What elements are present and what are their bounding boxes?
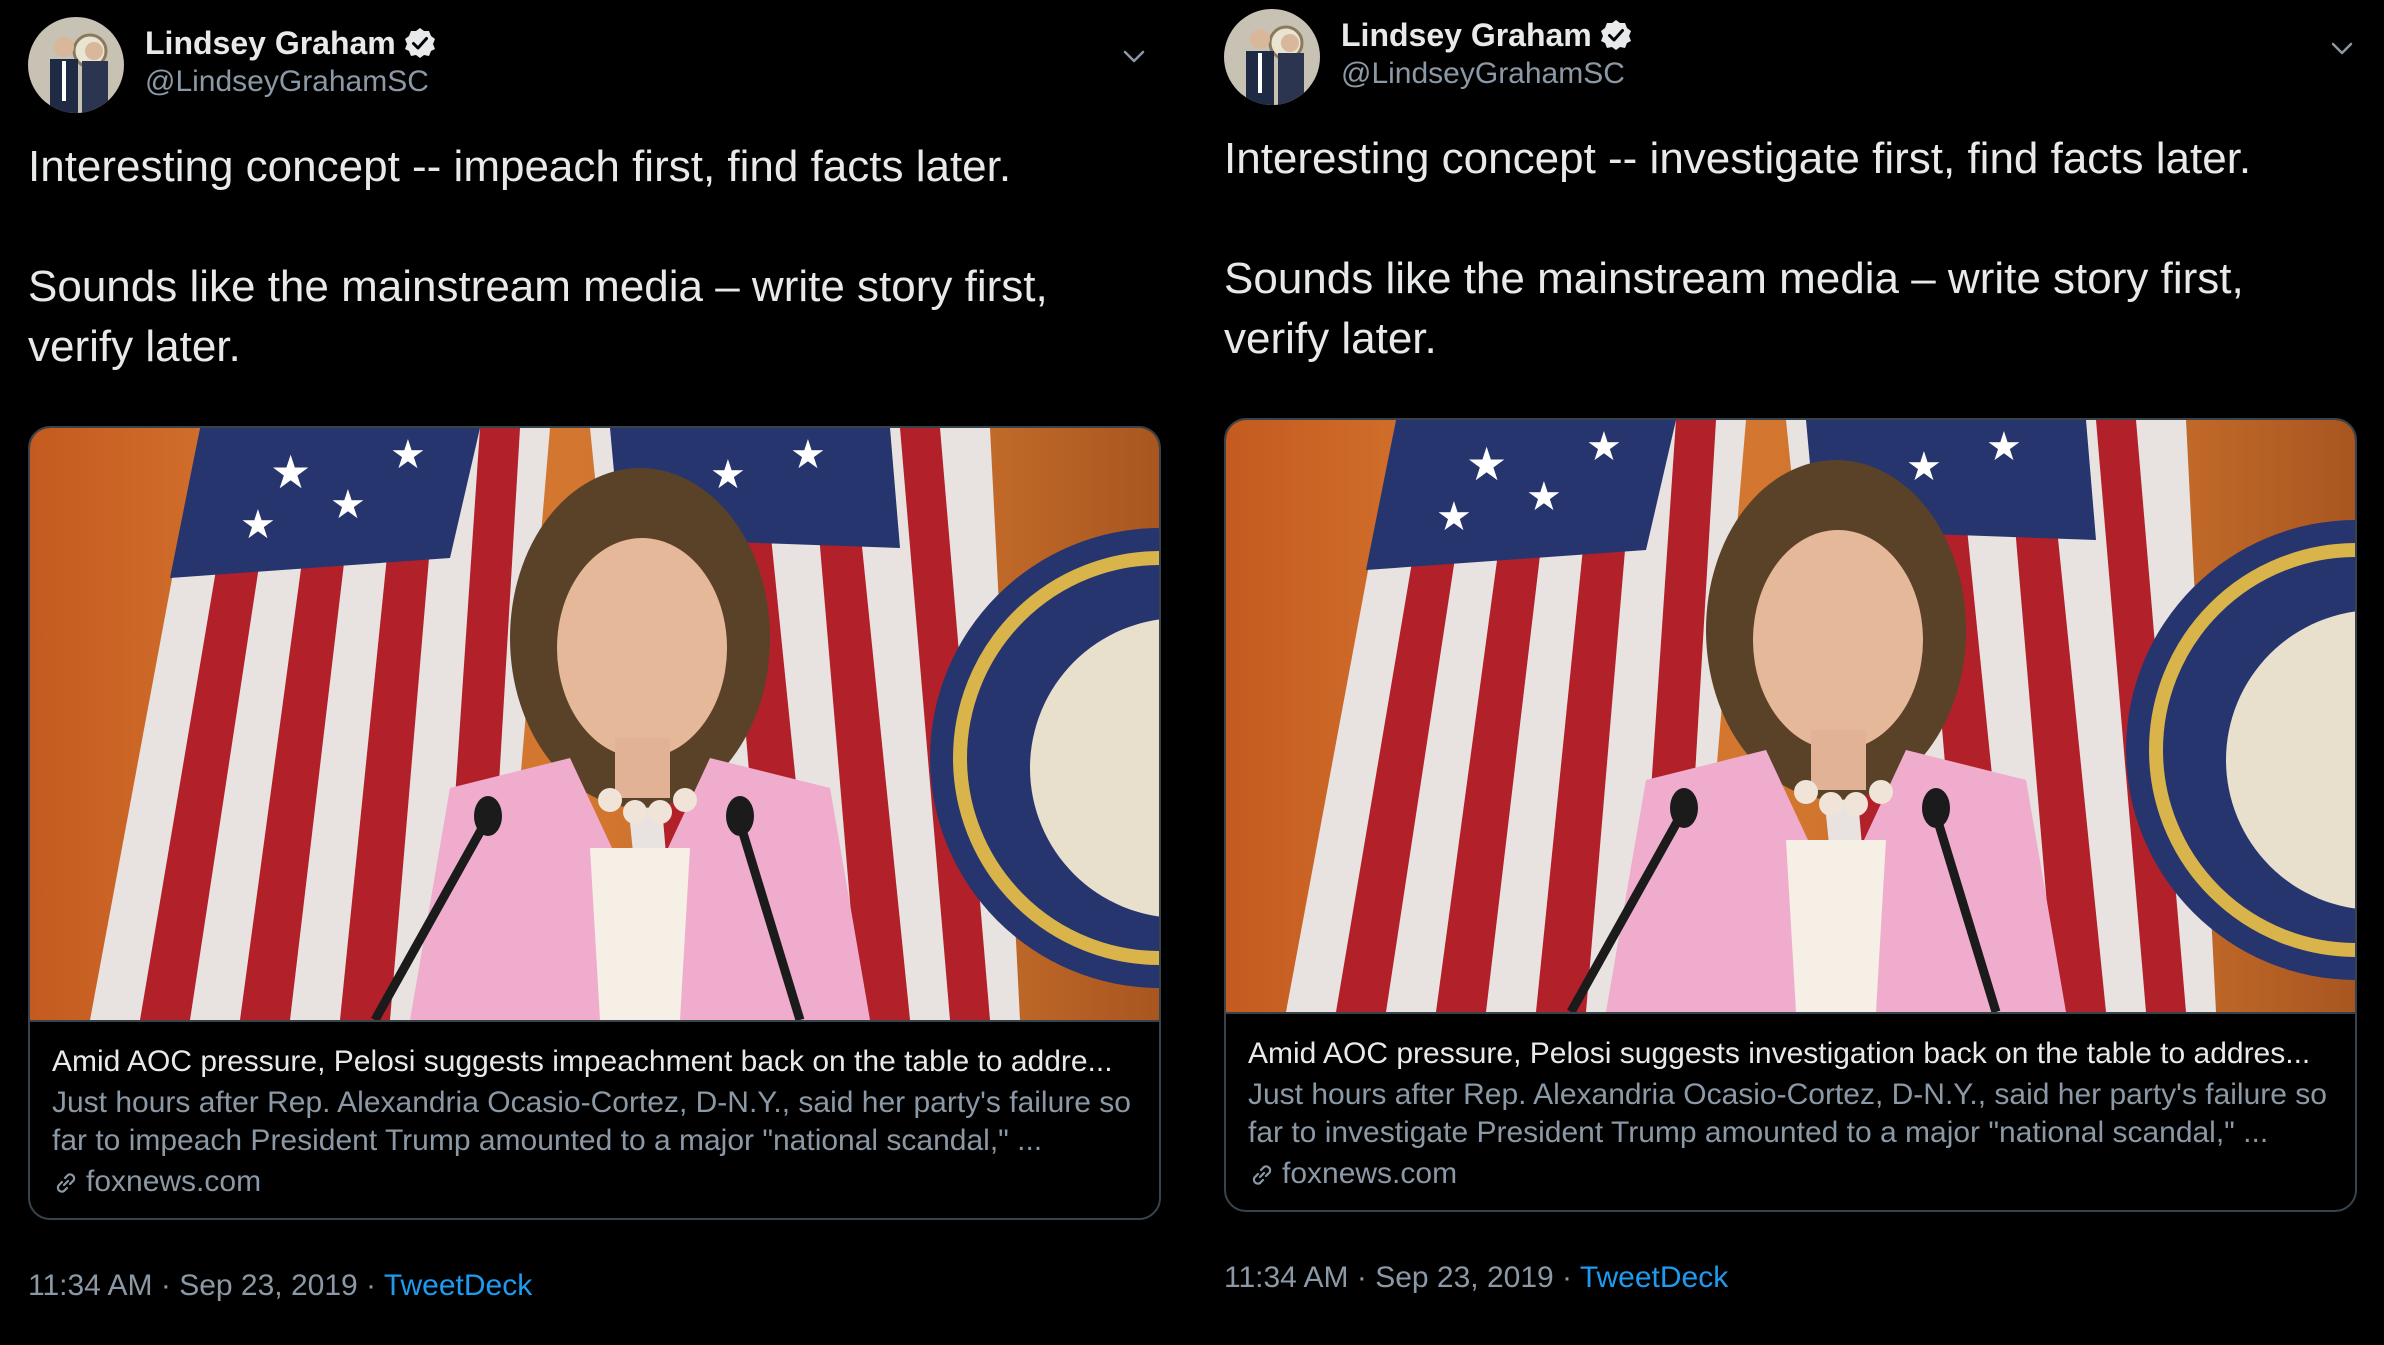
footer-separator: ·	[1553, 1261, 1580, 1294]
name-row: Lindsey Graham	[145, 23, 436, 63]
tweet-right: Lindsey Graham @LindseyGrahamSC Interest…	[1224, 9, 2359, 1337]
tweet-footer: 11:34 AM · Sep 23, 2019 · TweetDeck	[1224, 1261, 1728, 1295]
tweet-time[interactable]: 11:34 AM	[1224, 1261, 1349, 1294]
chevron-down-icon[interactable]	[1117, 39, 1151, 73]
tweet-source-link[interactable]: TweetDeck	[1580, 1261, 1728, 1294]
tweet-date[interactable]: Sep 23, 2019	[1375, 1261, 1554, 1294]
svg-text:★: ★	[1526, 474, 1562, 520]
tweet-text: Interesting concept -- impeach first, fi…	[28, 137, 1138, 377]
card-meta: Amid AOC pressure, Pelosi suggests inves…	[1226, 1012, 2355, 1194]
card-title: Amid AOC pressure, Pelosi suggests inves…	[1248, 1037, 2311, 1070]
verified-badge-icon	[404, 27, 436, 59]
tweet-text: Interesting concept -- investigate first…	[1224, 129, 2334, 369]
svg-text:★: ★	[1436, 494, 1472, 540]
card-image: ★ ★ ★ ★ ★ ★	[1226, 420, 2355, 1012]
card-domain: foxnews.com	[52, 1162, 1137, 1202]
author-block: Lindsey Graham @LindseyGrahamSC	[1341, 15, 1632, 91]
card-domain-text: foxnews.com	[86, 1165, 262, 1198]
card-title: Amid AOC pressure, Pelosi suggests impea…	[52, 1045, 1113, 1078]
card-domain: foxnews.com	[1248, 1154, 2333, 1194]
author-handle[interactable]: @LindseyGrahamSC	[145, 65, 436, 99]
link-icon	[1248, 1160, 1276, 1188]
link-card[interactable]: ★ ★ ★ ★ ★ ★ Amid AOC pressure, Pelosi su…	[1224, 418, 2357, 1212]
svg-text:★: ★	[270, 445, 311, 499]
svg-text:★: ★	[330, 482, 366, 528]
tweet-text-paragraph: Interesting concept -- impeach first, fi…	[28, 142, 1012, 191]
chevron-down-icon[interactable]	[2325, 31, 2359, 65]
footer-separator: ·	[152, 1269, 180, 1302]
footer-separator: ·	[1348, 1261, 1376, 1294]
svg-text:★: ★	[1586, 424, 1622, 470]
author-block: Lindsey Graham @LindseyGrahamSC	[145, 23, 436, 99]
tweet-text-paragraph: Interesting concept -- investigate first…	[1224, 134, 2252, 183]
tweet-left: Lindsey Graham @LindseyGrahamSC Interest…	[28, 17, 1163, 1345]
footer-separator: ·	[357, 1269, 384, 1302]
svg-text:★: ★	[790, 432, 826, 478]
svg-text:★: ★	[240, 502, 276, 548]
avatar[interactable]	[1224, 9, 1320, 105]
card-image: ★ ★ ★ ★ ★ ★	[30, 428, 1159, 1020]
author-name[interactable]: Lindsey Graham	[145, 25, 396, 62]
avatar[interactable]	[28, 17, 124, 113]
card-meta: Amid AOC pressure, Pelosi suggests impea…	[30, 1020, 1159, 1202]
tweet-time[interactable]: 11:34 AM	[28, 1269, 153, 1302]
tweet-footer: 11:34 AM · Sep 23, 2019 · TweetDeck	[28, 1269, 532, 1303]
tweet-text-paragraph: Sounds like the mainstream media – write…	[28, 262, 1048, 371]
svg-text:★: ★	[1906, 444, 1942, 490]
name-row: Lindsey Graham	[1341, 15, 1632, 55]
tweet-text-paragraph: Sounds like the mainstream media – write…	[1224, 254, 2244, 363]
link-card[interactable]: ★ ★ ★ ★ ★ ★ Amid AOC pressure, Pelosi su…	[28, 426, 1161, 1220]
card-description: Just hours after Rep. Alexandria Ocasio-…	[1248, 1078, 2327, 1149]
svg-text:★: ★	[1986, 424, 2022, 470]
author-handle[interactable]: @LindseyGrahamSC	[1341, 57, 1632, 91]
card-description: Just hours after Rep. Alexandria Ocasio-…	[52, 1086, 1131, 1157]
verified-badge-icon	[1600, 19, 1632, 51]
svg-text:★: ★	[710, 452, 746, 498]
svg-text:★: ★	[1466, 437, 1507, 491]
author-name[interactable]: Lindsey Graham	[1341, 17, 1592, 54]
svg-text:★: ★	[390, 432, 426, 478]
link-icon	[52, 1168, 80, 1196]
tweet-date[interactable]: Sep 23, 2019	[179, 1269, 358, 1302]
tweet-source-link[interactable]: TweetDeck	[384, 1269, 532, 1302]
card-domain-text: foxnews.com	[1282, 1157, 1458, 1190]
